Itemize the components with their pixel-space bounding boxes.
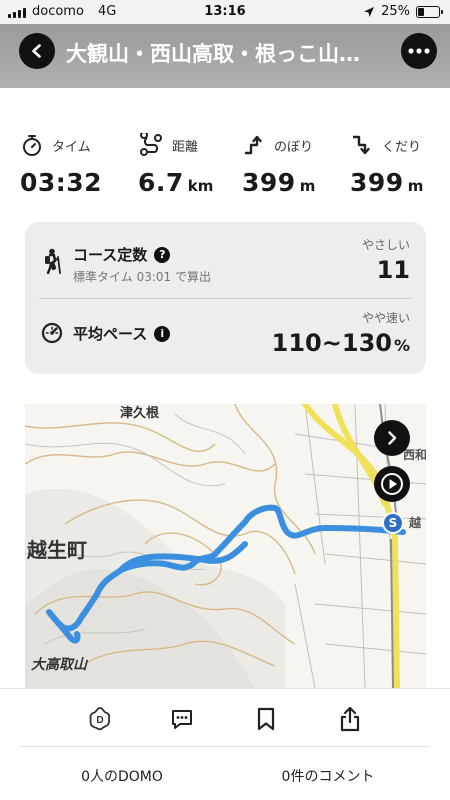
chevron-left-icon <box>32 44 41 58</box>
stat-label: のぼり <box>274 139 314 155</box>
stat-time: タイム 03:32 <box>20 130 102 197</box>
stat-value: 6.7 <box>138 168 184 197</box>
stat-unit: km <box>187 177 214 195</box>
average-pace-row[interactable]: 平均ペース i やや速い 110~130% <box>25 299 426 374</box>
course-constant-title: コース定数 <box>73 246 148 264</box>
stat-label: タイム <box>52 139 91 155</box>
ascent-icon <box>245 135 262 155</box>
stat-label: 距離 <box>172 139 199 155</box>
map-play-button[interactable] <box>374 466 410 502</box>
battery-fill <box>418 7 424 16</box>
start-marker-label: S <box>388 516 398 530</box>
start-marker: S <box>382 512 404 534</box>
battery-percent: 25% <box>381 4 410 19</box>
stat-label: くだり <box>382 139 422 155</box>
map-label-town: 越生町 <box>27 538 87 562</box>
more-icon <box>408 48 430 54</box>
descent-icon <box>353 135 370 155</box>
map-label-mountain: 大高取山 <box>31 657 87 673</box>
page-title: 大観山・西山高取・根っこ山… <box>66 42 360 66</box>
stat-value: 399 <box>242 168 296 197</box>
header-bar: 大観山・西山高取・根っこ山… <box>0 24 450 88</box>
stat-value: 399 <box>350 168 404 197</box>
stopwatch-icon <box>23 135 41 156</box>
play-icon <box>381 473 403 495</box>
average-pace-value: 110~130% <box>272 329 410 357</box>
stat-ascent: のぼり 399 m <box>242 130 315 197</box>
route-icon <box>140 133 162 156</box>
course-constant-value: 11 <box>376 256 410 284</box>
stat-descent: くだり 399 m <box>350 130 423 197</box>
stat-unit: m <box>407 177 424 195</box>
stat-value: 03:32 <box>20 168 103 197</box>
pace-unit: % <box>393 336 410 355</box>
activity-page: docomo 4G 13:16 25% 大観山・西山高取・根っこ山… タイム 0… <box>0 0 450 800</box>
comment-count[interactable]: 0件のコメント <box>228 766 428 786</box>
course-info-card: コース定数 ? 標準タイム 03:01 で算出 やさしい 11 平均ペース i … <box>25 222 426 374</box>
difficulty-tag: やさしい <box>361 238 410 252</box>
pace-tag: やや速い <box>361 311 410 325</box>
share-icon <box>340 706 360 732</box>
stat-distance: 距離 6.7 km <box>138 130 213 197</box>
help-icon[interactable]: ? <box>154 246 171 263</box>
status-bar: docomo 4G 13:16 25% <box>0 0 450 24</box>
route-map[interactable]: 津久根 越生町 大高取山 西和 越 S <box>25 404 426 688</box>
pace-value: 110~130 <box>271 329 392 357</box>
battery-icon <box>416 5 443 18</box>
stats-row: タイム 03:32 距離 6.7 km のぼり 399 m くだり 399 m <box>20 130 432 202</box>
more-button[interactable] <box>401 33 437 69</box>
share-button[interactable] <box>337 706 363 732</box>
back-button[interactable] <box>19 33 55 69</box>
map-label-top: 津久根 <box>120 406 160 421</box>
bookmark-icon <box>257 707 275 731</box>
comment-button[interactable] <box>169 706 195 732</box>
domo-button[interactable]: D <box>87 706 113 732</box>
map-label-side: 越 <box>409 516 422 530</box>
info-icon[interactable]: i <box>154 325 171 342</box>
domo-count[interactable]: 0人のDOMO <box>22 766 222 786</box>
domo-icon: D <box>89 707 111 731</box>
svg-text:D: D <box>96 715 103 726</box>
chevron-right-icon <box>388 431 397 445</box>
bottom-divider <box>20 746 430 747</box>
action-bar: D <box>0 688 450 748</box>
average-pace-title: 平均ペース <box>73 325 148 343</box>
hiker-icon <box>45 248 61 274</box>
bookmark-button[interactable] <box>253 706 279 732</box>
location-arrow-icon <box>364 6 375 17</box>
comment-icon <box>172 710 192 729</box>
map-expand-button[interactable] <box>374 420 410 456</box>
stat-unit: m <box>299 177 316 195</box>
course-constant-subtitle: 標準タイム 03:01 で算出 <box>73 270 211 284</box>
reaction-counts: 0人のDOMO 0件のコメント <box>0 756 450 800</box>
speedometer-icon <box>41 322 63 344</box>
course-constant-row[interactable]: コース定数 ? 標準タイム 03:01 で算出 やさしい 11 <box>25 222 426 298</box>
